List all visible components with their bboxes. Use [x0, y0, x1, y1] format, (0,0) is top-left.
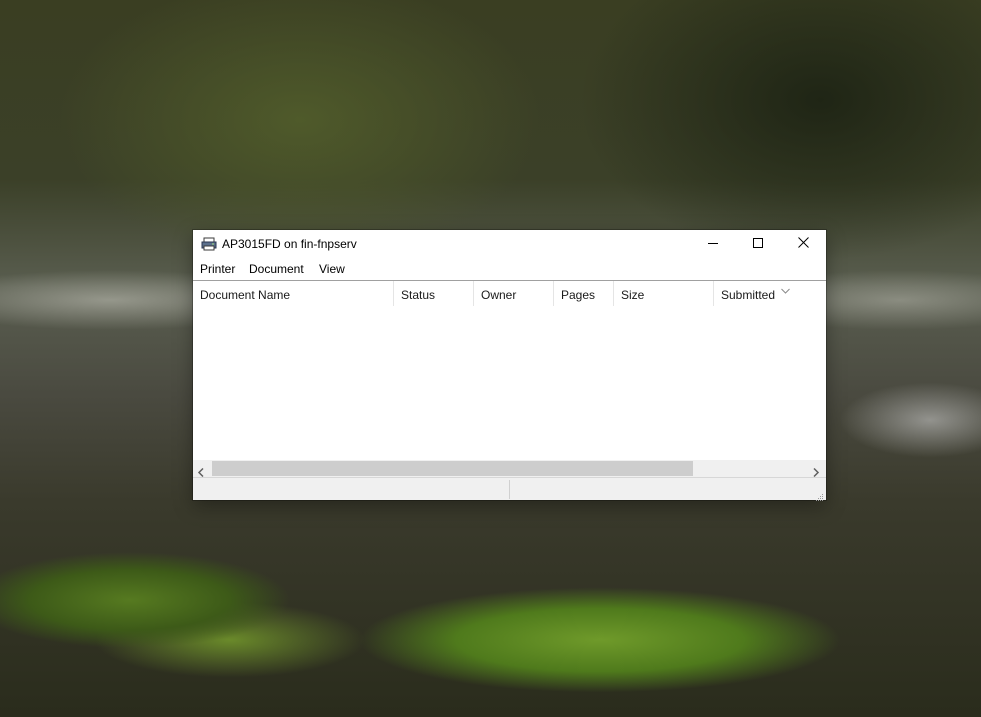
menu-view[interactable]: View: [319, 262, 345, 276]
column-header-owner[interactable]: Owner: [474, 281, 554, 306]
scrollbar-thumb[interactable]: [212, 461, 693, 476]
status-divider: [509, 480, 510, 499]
column-header-size[interactable]: Size: [614, 281, 714, 306]
column-header-submitted[interactable]: Submitted: [714, 281, 826, 306]
printer-icon: [201, 237, 217, 251]
column-label: Owner: [481, 288, 517, 302]
menu-printer[interactable]: Printer: [200, 262, 235, 276]
column-header-row: Document Name Status Owner Pages Size Su…: [193, 281, 826, 306]
resize-grip-icon[interactable]: [815, 489, 824, 507]
column-label: Size: [621, 288, 645, 302]
maximize-icon: [752, 235, 763, 253]
close-icon: [798, 235, 809, 253]
minimize-icon: [707, 235, 718, 253]
column-label: Status: [401, 288, 436, 302]
print-queue-window: AP3015FD on fin-fnpserv Printer Document…: [193, 230, 826, 501]
status-bar: [193, 477, 826, 501]
horizontal-scrollbar[interactable]: [193, 460, 826, 478]
maximize-button[interactable]: [735, 230, 780, 258]
column-header-document-name[interactable]: Document Name: [193, 281, 394, 306]
sort-chevron-down-icon: [781, 281, 790, 299]
column-label: Document Name: [200, 288, 291, 302]
title-bar[interactable]: AP3015FD on fin-fnpserv: [193, 230, 826, 258]
menu-bar: Printer Document View: [193, 259, 826, 279]
column-header-status[interactable]: Status: [394, 281, 474, 306]
minimize-button[interactable]: [690, 230, 735, 258]
window-title: AP3015FD on fin-fnpserv: [222, 237, 357, 251]
menu-document[interactable]: Document: [249, 262, 304, 276]
column-label: Submitted: [721, 288, 776, 302]
column-header-pages[interactable]: Pages: [554, 281, 614, 306]
print-queue-list[interactable]: Document Name Status Owner Pages Size Su…: [193, 280, 826, 478]
close-button[interactable]: [781, 230, 826, 258]
column-label: Pages: [561, 288, 596, 302]
